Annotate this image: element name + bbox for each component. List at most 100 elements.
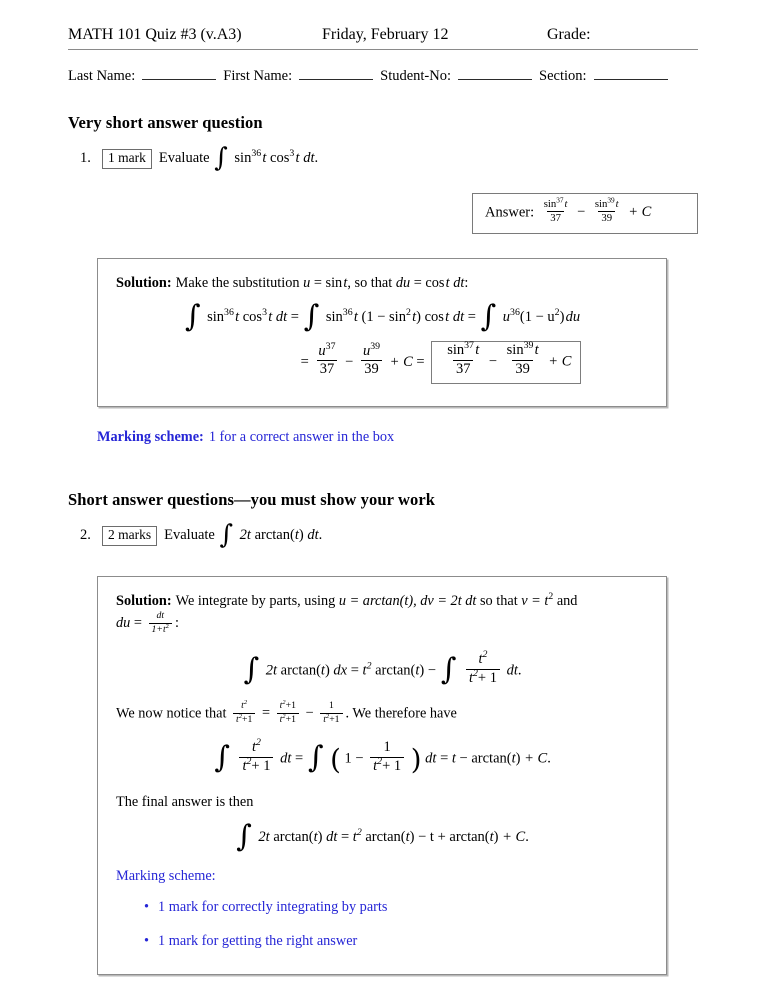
eb-f1-den-plus: + 1: [251, 757, 271, 774]
ea-fnum-exp: 2: [482, 649, 488, 661]
student-no-field[interactable]: [458, 70, 533, 80]
q2-dt: dt: [307, 527, 319, 544]
bx-t2-var: t: [534, 342, 539, 358]
l1-mcos-var: t: [445, 308, 450, 325]
solution-1-intro-b: , so that: [347, 275, 393, 291]
bx-t1-den: 37: [452, 359, 474, 378]
l2-eq: =: [300, 353, 309, 370]
marking-2-item-2-text: 1 mark for getting the right answer: [158, 933, 358, 950]
ea-var: t: [273, 662, 278, 679]
solution-1-intro-a: Make the substitution: [175, 275, 300, 291]
eq-1: =: [313, 275, 322, 291]
ec-arctan: arctan(: [273, 828, 314, 845]
eb-f2-den-plus: + 1: [382, 757, 402, 774]
notice-fraction-2: t2+1 t2+1: [276, 699, 299, 725]
bx-t1-exp: 37: [464, 340, 474, 352]
answer-t2-den: 39: [598, 211, 616, 225]
l1-paren-open: (1 − sin: [361, 308, 406, 325]
solution-2-dv-eq: dv = 2t dt: [420, 592, 477, 609]
answer-plus-c: + C: [628, 204, 652, 221]
eb-res-arctan: arctan(: [471, 750, 512, 767]
eb-paren-close: ): [410, 744, 422, 777]
l1-dt: dt: [275, 308, 288, 325]
answer-box[interactable]: Answer: sin37 t 37 − sin39 t 39 + C: [472, 192, 698, 234]
solution-2-du-fraction: dt 1+t2: [148, 610, 172, 635]
notice-fraction-3: 1 t2+1: [320, 700, 343, 725]
solution-2-final-lead: The final answer is then: [116, 794, 254, 811]
ea-minus: −: [427, 662, 437, 679]
eb-fraction-1: t2 t2+ 1: [239, 738, 274, 774]
boxed-fraction-2: sin39 t 39: [504, 341, 542, 377]
l2-f2-den: 39: [361, 360, 382, 378]
solution-2-notice: We now notice that t2 t2+1 = t2+1 t2+1 −…: [116, 699, 648, 726]
marking-scheme-2: Marking scheme: • 1 mark for correctly in…: [116, 866, 648, 952]
solution-2-intro: Solution: We integrate by parts, using u …: [116, 591, 648, 636]
eb-fraction-2: 1 t2+ 1: [370, 739, 405, 774]
solution-2-lead: Solution:: [116, 592, 172, 609]
nf2-den-plus: +1: [285, 713, 296, 725]
cos-var: t: [445, 275, 450, 291]
du-label: du: [395, 275, 411, 291]
student-info-row: Last Name: First Name: Student-No: Secti…: [68, 68, 698, 85]
ec-period: .: [525, 828, 529, 845]
answer-t1-exp: 37: [556, 195, 564, 204]
ea-fraction: t2 t2+ 1: [465, 649, 500, 686]
solution-1-display-line-2: = u37 37 − u39 39 + C = sin37 t 37 − sin…: [116, 340, 648, 385]
ec-var: t: [265, 828, 270, 845]
question-2-number: 2.: [80, 527, 91, 544]
student-no-label: Student-No:: [380, 68, 452, 84]
bullet-icon-2: •: [144, 933, 150, 950]
ea-eq: =: [350, 662, 359, 679]
l1-cos-exp: 3: [262, 306, 268, 318]
bx-t1-var: t: [475, 342, 480, 358]
l1-msin: sin: [325, 308, 343, 325]
du-den-exp: 2: [165, 622, 169, 630]
marking-2-item-1-text: 1 mark for correctly integrating by part…: [158, 898, 388, 915]
l2-fraction-1: u37 37: [315, 340, 338, 378]
question-1: 1. 1 mark Evaluate ∫ sin36 t cos3 t dt.: [68, 145, 698, 171]
ec-plus-close: ): [493, 828, 499, 845]
differential-dt: dt: [303, 150, 315, 166]
last-name-field[interactable]: [142, 70, 217, 80]
eb-paren-open: (: [330, 744, 341, 777]
marking-scheme-1: Marking scheme: 1 for a correct answer in…: [97, 429, 698, 446]
nf3-num: 1: [328, 700, 334, 712]
question-1-text: Evaluate ∫ sin36 t cos3 t dt.: [159, 145, 318, 171]
sin-exponent: 36: [251, 148, 262, 160]
sin-label: sin: [234, 150, 252, 166]
q2-coef: 2: [239, 527, 247, 544]
answer-box-row: Answer: sin37 t 37 − sin39 t 39 + C: [68, 192, 698, 234]
l1-eq1: =: [290, 308, 299, 325]
sin-op: sin: [325, 275, 343, 291]
bullet-icon: •: [144, 898, 150, 915]
notice-text-b: . We therefore have: [345, 705, 457, 722]
cos-exponent: 3: [289, 148, 295, 160]
notice-eq: =: [261, 705, 271, 722]
eb-f2-num: 1: [383, 739, 391, 756]
l1-u: u: [502, 308, 511, 325]
eb-one: 1: [344, 750, 352, 767]
section-field[interactable]: [593, 70, 668, 80]
l1-rhs-close: ): [559, 308, 565, 325]
solution-2-du-colon: :: [174, 614, 179, 631]
notice-fraction-1: t2 t2+1: [233, 699, 256, 725]
question-2-marks-badge: 2 marks: [102, 526, 158, 546]
l1-mcos: cos: [424, 308, 444, 325]
var-t: t: [262, 150, 267, 166]
nf3-den-plus: +1: [329, 713, 340, 725]
l1-cos: cos: [242, 308, 263, 325]
l1-paren-exp: 2: [405, 306, 411, 318]
eb-period: .: [547, 750, 551, 767]
var-t-2: t: [295, 150, 300, 166]
ea-arctan: arctan(: [280, 662, 321, 679]
dt-label: dt: [453, 275, 465, 291]
l2-f1-exp: 37: [325, 340, 336, 352]
solution-2-display-c: ∫ 2t arctan(t) dt = t2 arctan(t) − t + a…: [116, 821, 648, 851]
l2-eq2: =: [416, 353, 425, 370]
integral-icon-6: ∫: [243, 652, 260, 688]
first-name-field[interactable]: [299, 70, 374, 80]
last-name-label: Last Name:: [68, 68, 136, 84]
solution-1-intro: Solution: Make the substitution u = sin t…: [116, 273, 648, 294]
ec-plus-arctan: + arctan(: [437, 828, 490, 845]
eb-eq1: =: [295, 750, 304, 767]
